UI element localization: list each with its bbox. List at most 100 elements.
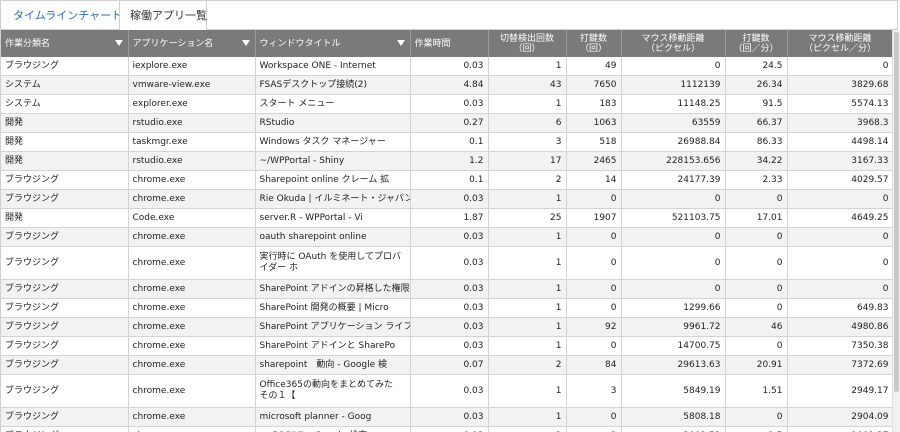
table-cell: 5574.13: [787, 94, 892, 114]
table-cell: 0.03: [410, 407, 489, 427]
vertical-scrollbar[interactable]: [892, 30, 900, 432]
filter-dropdown-icon[interactable]: [396, 40, 405, 46]
table-cell: 7350.38: [787, 336, 892, 356]
table-cell: chrome.exe: [128, 374, 256, 408]
column-header[interactable]: 作業時間: [410, 30, 489, 57]
table-row[interactable]: ブラウジング chrome.exe Office365の動向をまとめてみた その１【…: [1, 374, 892, 408]
table-cell: 1: [488, 227, 567, 247]
column-header[interactable]: 切替検出回数 （回）: [488, 30, 567, 57]
table-row[interactable]: ブラウジング chrome.exe SharePoint アドインの昇格した権限 |…: [1, 279, 892, 299]
table-row[interactable]: 開発 Code.exe server.R - WPPortal - Vi 1.87 25…: [1, 208, 892, 228]
table-cell: 0: [787, 189, 892, 209]
table-cell: 0: [787, 246, 892, 280]
table-cell: 1: [488, 189, 567, 209]
column-header[interactable]: アプリケーション名: [128, 30, 256, 57]
table-body: ブラウジング iexplore.exe Workspace ONE - Intern…: [1, 57, 892, 432]
table-row[interactable]: 開発 rstudio.exe ~/WPPortal - Shiny 1.2 17 2465…: [1, 151, 892, 171]
column-header-label: 作業時間: [414, 38, 451, 49]
table-header-row: 作業分類名 アプリケーション名 ウィンドウタイトル 作業時間 切替検出回数 （回） 打鍵数…: [1, 30, 892, 57]
table-cell: ~/WPPortal - Shiny: [255, 151, 411, 171]
table-row[interactable]: ブラウジング chrome.exe SharePoint アプリケーション ライフサ…: [1, 317, 892, 337]
table-cell: RStudio: [255, 113, 411, 133]
table-cell: 24177.39: [621, 170, 726, 190]
table-cell: 1.87: [410, 208, 489, 228]
table-cell: 0: [725, 298, 788, 318]
filter-dropdown-icon[interactable]: [114, 40, 123, 46]
table-cell: 0.03: [410, 374, 489, 408]
table-cell: chrome.exe: [128, 355, 256, 375]
table-row[interactable]: ブラウジング chrome.exe SharePoint 開発の概要 | Micro…: [1, 298, 892, 318]
filter-dropdown-icon[interactable]: [241, 40, 250, 46]
table-cell: 3968.3: [787, 113, 892, 133]
table-cell: 14: [566, 170, 622, 190]
table-cell: 3: [566, 374, 622, 408]
table-cell: 0: [566, 227, 622, 247]
table-row[interactable]: ブラウジング chrome.exe Sharepoint online クレーム 拡…: [1, 170, 892, 190]
table-cell: 34.22: [725, 151, 788, 171]
table-row[interactable]: ブラウジングchrome.exeas.POSIXlt - Google 検索 -…: [1, 426, 892, 432]
table-cell: 1299.66: [621, 298, 726, 318]
column-header[interactable]: マウス移動距離 （ピクセル）: [621, 30, 726, 57]
app-usage-table: 作業分類名 アプリケーション名 ウィンドウタイトル 作業時間 切替検出回数 （回） 打鍵数…: [1, 30, 892, 432]
table-row[interactable]: ブラウジング chrome.exe oauth sharepoint online 0…: [1, 227, 892, 247]
tab-running-apps[interactable]: 稼働アプリ一覧: [119, 1, 207, 31]
table-cell: 63559: [621, 113, 726, 133]
table-cell: 0: [566, 189, 622, 209]
table-cell: Workspace ONE - Internet: [255, 57, 411, 76]
table-cell: 1: [488, 426, 567, 432]
table-cell: 0: [621, 279, 726, 299]
table-cell: 0.03: [410, 57, 489, 76]
table-cell: 1001.27: [787, 426, 892, 432]
table-row[interactable]: 開発 taskmgr.exe Windows タスク マネージャー 0.1 3 518 26…: [1, 132, 892, 152]
table-cell: ブラウジング: [1, 57, 129, 76]
table-cell: ブラウジング: [1, 317, 129, 337]
table-cell: chrome.exe: [128, 279, 256, 299]
table-cell: 開発: [1, 208, 129, 228]
table-row[interactable]: ブラウジング chrome.exe Rie Okuda | イルミネート・ジャパン 0…: [1, 189, 892, 209]
table-cell: 1: [488, 298, 567, 318]
table-row[interactable]: ブラウジング chrome.exe SharePoint アドインと SharePo…: [1, 336, 892, 356]
column-header[interactable]: マウス移動距離 （ピクセル／分）: [787, 30, 892, 57]
tab-timeline-chart[interactable]: タイムラインチャート: [3, 1, 122, 30]
table-row[interactable]: ブラウジング iexplore.exe Workspace ONE - Intern…: [1, 57, 892, 76]
table-cell: 1: [488, 57, 567, 76]
table-cell: 0: [566, 407, 622, 427]
column-header[interactable]: 打鍵数 （回／分）: [725, 30, 788, 57]
table-cell: ブラウジング: [1, 170, 129, 190]
column-header[interactable]: 打鍵数 （回）: [566, 30, 622, 57]
column-header[interactable]: 作業分類名: [1, 30, 129, 57]
table-row[interactable]: ブラウジング chrome.exe microsoft planner - Goog…: [1, 407, 892, 427]
table-cell: ブラウジング: [1, 336, 129, 356]
scrollbar-thumb[interactable]: [894, 32, 899, 392]
column-header-label: マウス移動距離 （ピクセル／分）: [803, 33, 876, 54]
table-cell: 66.37: [725, 113, 788, 133]
table-cell: 6: [488, 113, 567, 133]
table-cell: 1907: [566, 208, 622, 228]
table-cell: chrome.exe: [128, 426, 256, 432]
table-row[interactable]: ブラウジング chrome.exe 実行時に OAuth を使用してプロバイダー ホ…: [1, 246, 892, 280]
column-header-label: 切替検出回数 （回）: [499, 33, 554, 54]
table-cell: 20.91: [725, 355, 788, 375]
table-row[interactable]: 開発 rstudio.exe RStudio 0.27 6 1063 63559 66.37 3…: [1, 113, 892, 133]
table-cell: 3167.33: [787, 151, 892, 171]
table-cell: Windows タスク マネージャー: [255, 132, 411, 152]
table-cell: ブラウジング: [1, 279, 129, 299]
table-row[interactable]: システム explorer.exe スタート メニュー 0.03 1 183 11148.2…: [1, 94, 892, 114]
table-cell: 43: [488, 75, 567, 95]
column-header[interactable]: ウィンドウタイトル: [255, 30, 411, 57]
table-cell: 0.03: [410, 227, 489, 247]
table-cell: server.R - WPPortal - Vi: [255, 208, 411, 228]
table-row[interactable]: ブラウジング chrome.exe sharepoint 動向 - Google 検…: [1, 355, 892, 375]
table-cell: 1: [488, 317, 567, 337]
table-cell: 26988.84: [621, 132, 726, 152]
table-cell: 0.27: [410, 113, 489, 133]
table-cell: vmware-view.exe: [128, 75, 256, 95]
table-cell: 24.5: [725, 57, 788, 76]
table-cell: 518: [566, 132, 622, 152]
table-row[interactable]: システム vmware-view.exe FSASデスクトップ接続(2) 4.84 43…: [1, 75, 892, 95]
table-cell: iexplore.exe: [128, 57, 256, 76]
table-cell: 1.51: [725, 374, 788, 408]
table-cell: 2465: [566, 151, 622, 171]
table-cell: SharePoint 開発の概要 | Micro: [255, 298, 411, 318]
table-cell: 649.83: [787, 298, 892, 318]
